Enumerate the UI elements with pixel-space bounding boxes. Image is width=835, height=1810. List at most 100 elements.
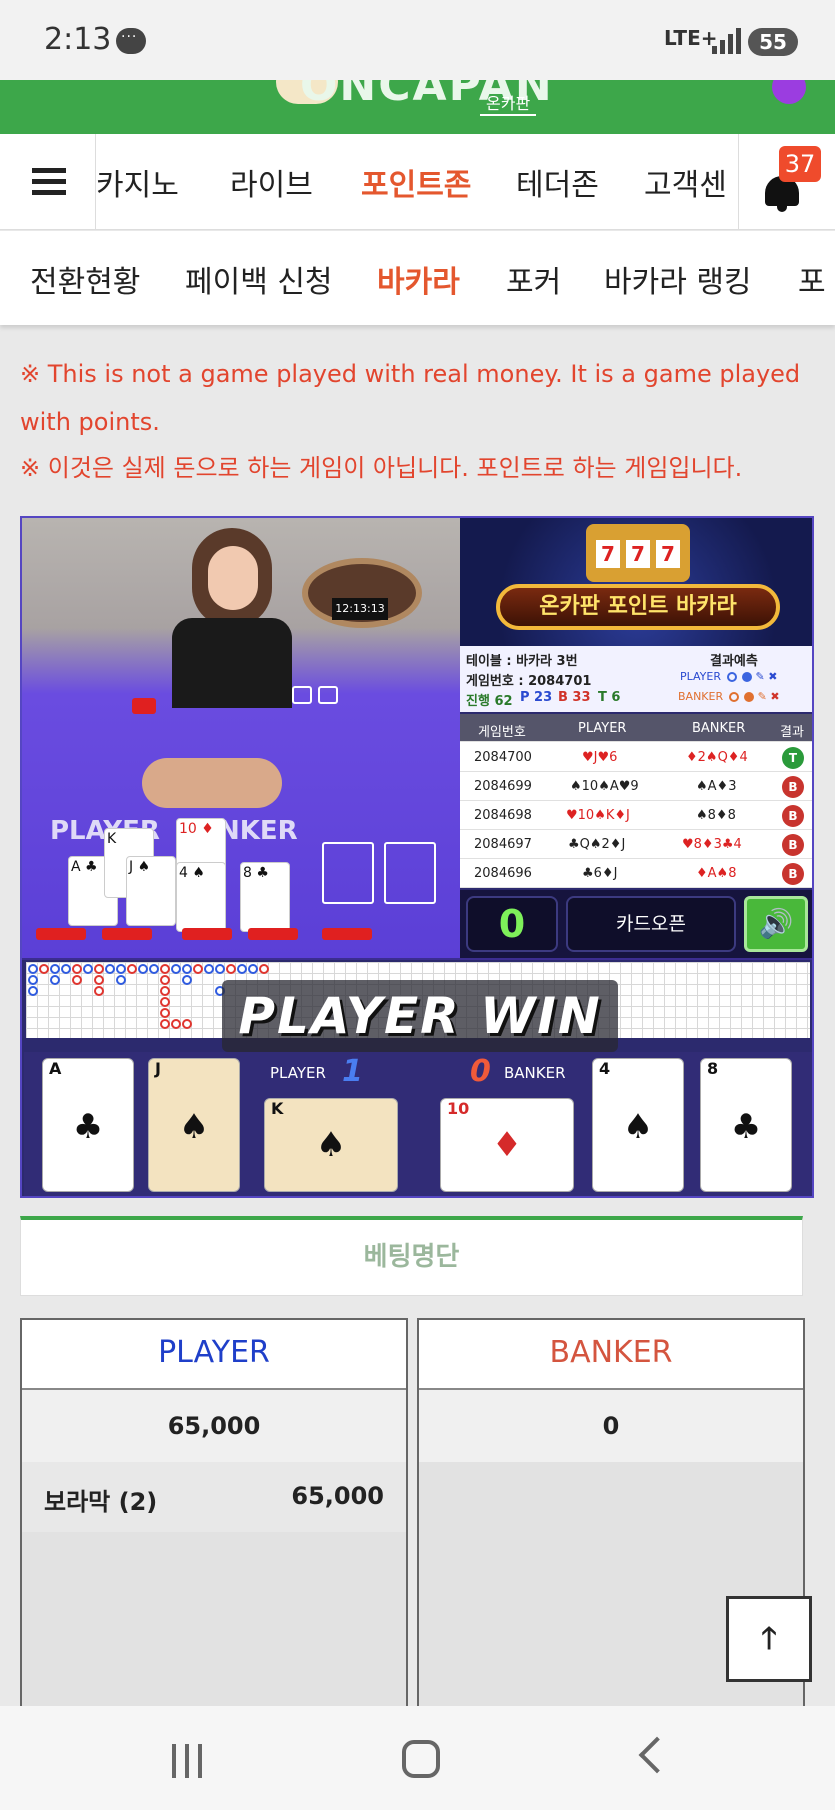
- notifications-button[interactable]: 37: [738, 134, 835, 230]
- circle-filled-icon[interactable]: [742, 672, 752, 682]
- dealer-hands: [142, 758, 282, 808]
- banker-card: 10 ♦: [440, 1098, 574, 1192]
- progress-tie: T 6: [598, 690, 621, 705]
- player-card: A ♣: [42, 1058, 134, 1192]
- video-card: 4 ♠: [176, 862, 226, 932]
- menu-icon: [32, 168, 66, 173]
- subnav-item-poker[interactable]: 포커: [506, 257, 561, 301]
- home-icon[interactable]: [402, 1740, 440, 1778]
- card-slot: [384, 842, 436, 904]
- bet-list-title: 베팅명단: [20, 1216, 803, 1296]
- video-clock: 12:13:13: [332, 598, 388, 620]
- bettor-name: 보라막 (2): [44, 1488, 158, 1516]
- banker-card: 4 ♠: [592, 1058, 684, 1192]
- prediction-banker-label: BANKER: [678, 690, 724, 703]
- arrow-up-icon: 🡑: [761, 1621, 777, 1656]
- result-badge: T: [782, 747, 804, 769]
- notification-badge: 37: [779, 146, 821, 182]
- result-cards: A ♣ J ♠ K ♠ PLAYER 1 0 BANKER 10 ♦ 4 ♠ 8…: [24, 1052, 812, 1196]
- table-row: 2084697 ♣Q♠2♦J ♥8♦3♣4 B: [460, 830, 812, 859]
- sound-icon: 🔊: [758, 907, 794, 940]
- banker-score: 0: [470, 1054, 491, 1089]
- game-info: 테이블 : 바카라 3번 게임번호 : 2084701 진행 62 P 23 B…: [460, 646, 812, 712]
- nav-item-tetherzone[interactable]: 테더존: [516, 160, 599, 204]
- live-video: 12:13:13 PLAYER BANKER A ♣ K J ♠ 10 ♦ 4 …: [22, 518, 460, 958]
- list-item: 보라막 (2) 65,000: [22, 1462, 406, 1532]
- bet-amount: 65,000: [291, 1482, 384, 1510]
- nav-item-live[interactable]: 라이브: [230, 160, 313, 204]
- card-slot: [322, 842, 374, 904]
- banker-score-label: BANKER: [504, 1064, 566, 1082]
- subnav-item-more[interactable]: 포: [798, 257, 826, 301]
- baccarat-game: 12:13:13 PLAYER BANKER A ♣ K J ♠ 10 ♦ 4 …: [20, 516, 814, 1198]
- banker-total: 0: [419, 1390, 803, 1462]
- nav-item-customer-center[interactable]: 고객센: [644, 160, 727, 204]
- player-score: 1: [342, 1054, 363, 1089]
- game-controls: 0 카드오픈 🔊: [460, 890, 812, 958]
- player-score-label: PLAYER: [270, 1064, 326, 1082]
- subnav-item-baccarat-ranking[interactable]: 바카라 랭킹: [604, 257, 752, 301]
- progress-player: P 23: [520, 690, 553, 705]
- subnav-item-baccarat[interactable]: 바카라: [377, 257, 460, 301]
- player-column-header: PLAYER: [22, 1320, 406, 1390]
- prediction-player-label: PLAYER: [680, 670, 721, 683]
- pencil-icon[interactable]: ✎: [756, 670, 765, 683]
- result-badge: B: [782, 863, 804, 885]
- close-icon[interactable]: ✖: [768, 670, 777, 683]
- main-nav: 카지노 라이브 포인트존 테더존 고객센 37: [0, 134, 835, 230]
- history-header: 게임번호 PLAYER BANKER 결과: [460, 714, 812, 742]
- battery-level: 55: [748, 28, 798, 56]
- circle-outline-icon[interactable]: [728, 692, 739, 702]
- result-badge: B: [782, 776, 804, 798]
- signal-icon: [712, 26, 742, 54]
- player-card: J ♠: [148, 1058, 240, 1192]
- logo-subtitle[interactable]: 온카판: [480, 90, 537, 116]
- progress-total: 진행 62: [466, 694, 513, 709]
- nav-item-pointzone[interactable]: 포인트존: [361, 160, 471, 204]
- subnav-item-payback[interactable]: 페이백 신청: [185, 257, 333, 301]
- message-notification-icon: [116, 28, 146, 54]
- menu-button[interactable]: [0, 134, 96, 230]
- profile-dot-icon[interactable]: [772, 80, 806, 104]
- player-total: 65,000: [22, 1390, 406, 1462]
- nav-item-casino[interactable]: 카지노: [96, 160, 179, 204]
- status-time: 2:13: [44, 22, 112, 57]
- recent-apps-icon[interactable]: [168, 1744, 208, 1778]
- game-number: 게임번호 : 2084701: [466, 674, 592, 689]
- game-banner: 777 온카판 포인트 바카라: [460, 518, 812, 646]
- sound-toggle-button[interactable]: 🔊: [744, 896, 808, 952]
- table-row: 2084696 ♣6♦J ♦A♠8 B: [460, 859, 812, 888]
- circle-outline-icon[interactable]: [726, 672, 737, 682]
- roadmap-area: PLAYER WIN A ♣ J ♠ K ♠ PLAYER 1 0 BANKER…: [22, 960, 812, 1196]
- subnav-item-conversion[interactable]: 전환현황: [30, 257, 140, 301]
- table-chip: [132, 698, 156, 714]
- circle-filled-icon[interactable]: [744, 692, 755, 702]
- progress-banker: B 33: [558, 690, 591, 705]
- back-icon[interactable]: [638, 1736, 676, 1774]
- sub-nav: 전환현황 페이백 신청 바카라 포커 바카라 랭킹 포: [0, 231, 835, 325]
- notice-korean: ※ 이것은 실제 돈으로 하는 게임이 아닙니다. 포인트로 하는 게임입니다.: [20, 454, 743, 482]
- video-card: J ♠: [126, 856, 176, 926]
- history-table: 게임번호 PLAYER BANKER 결과 2084700 ♥J♥6 ♦2♠Q♦…: [460, 714, 812, 888]
- player-win-banner: PLAYER WIN: [222, 980, 618, 1052]
- table-row: 2084698 ♥10♠K♦J ♠8♦8 B: [460, 801, 812, 830]
- result-badge: B: [782, 834, 804, 856]
- pencil-icon[interactable]: ✎: [758, 690, 767, 703]
- network-type: LTE+: [664, 26, 718, 50]
- scroll-to-top-button[interactable]: 🡑: [726, 1596, 812, 1682]
- prediction-label: 결과예측: [710, 654, 758, 669]
- banker-column-header: BANKER: [419, 1320, 803, 1390]
- card-open-button[interactable]: 카드오픈: [566, 896, 736, 952]
- table-row: 2084699 ♠10♠A♥9 ♠A♦3 B: [460, 772, 812, 801]
- countdown-display: 0: [466, 896, 558, 952]
- slot-machine-icon: 777: [586, 524, 690, 582]
- site-header: ONCAPAN 온카판: [0, 80, 835, 134]
- banker-card: 8 ♣: [700, 1058, 792, 1192]
- close-icon[interactable]: ✖: [770, 690, 779, 703]
- prediction-banker-row: BANKER ✎ ✖: [678, 690, 780, 703]
- system-nav-bar: [0, 1706, 835, 1810]
- banner-title: 온카판 포인트 바카라: [496, 584, 780, 630]
- result-badge: B: [782, 805, 804, 827]
- player-card: K ♠: [264, 1098, 398, 1192]
- status-bar: 2:13 LTE+ 55: [0, 0, 835, 80]
